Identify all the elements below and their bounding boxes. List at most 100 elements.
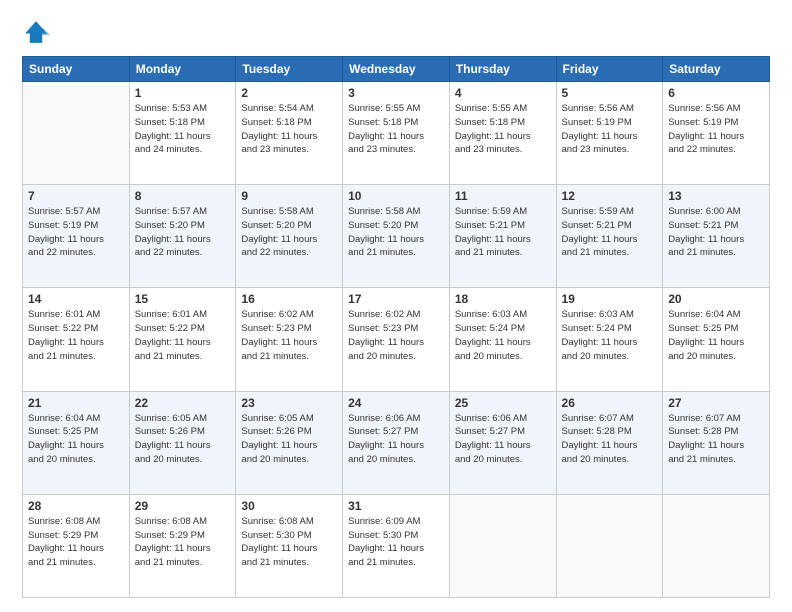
calendar-cell: 6Sunrise: 5:56 AM Sunset: 5:19 PM Daylig… — [663, 82, 770, 185]
day-number: 8 — [135, 189, 231, 203]
logo — [22, 18, 54, 46]
day-number: 26 — [562, 396, 658, 410]
weekday-header-row: SundayMondayTuesdayWednesdayThursdayFrid… — [23, 57, 770, 82]
calendar-cell: 16 Sunrise: 6:02 AM Sunset: 5:23 PM Dayli… — [236, 288, 343, 391]
calendar-cell: 13Sunrise: 6:00 AM Sunset: 5:21 PM Dayli… — [663, 185, 770, 288]
weekday-header-friday: Friday — [556, 57, 663, 82]
day-info: Sunrise: 6:05 AM Sunset: 5:26 PM Dayligh… — [241, 412, 337, 467]
day-number: 29 — [135, 499, 231, 513]
day-number: 11 — [455, 189, 551, 203]
day-info: Sunrise: 6:08 AM Sunset: 5:29 PM Dayligh… — [28, 515, 124, 570]
day-info: Sunrise: 5:55 AM Sunset: 5:18 PM Dayligh… — [348, 102, 444, 157]
day-info: Sunrise: 5:59 AM Sunset: 5:21 PM Dayligh… — [562, 205, 658, 260]
calendar-cell: 5Sunrise: 5:56 AM Sunset: 5:19 PM Daylig… — [556, 82, 663, 185]
calendar-cell: 23 Sunrise: 6:05 AM Sunset: 5:26 PM Dayli… — [236, 391, 343, 494]
calendar-table: SundayMondayTuesdayWednesdayThursdayFrid… — [22, 56, 770, 598]
day-info: Sunrise: 6:02 AM Sunset: 5:23 PM Dayligh… — [241, 308, 337, 363]
day-number: 12 — [562, 189, 658, 203]
day-info: Sunrise: 5:58 AM Sunset: 5:20 PM Dayligh… — [348, 205, 444, 260]
day-info: Sunrise: 5:59 AM Sunset: 5:21 PM Dayligh… — [455, 205, 551, 260]
calendar-cell — [556, 494, 663, 597]
calendar-cell: 19 Sunrise: 6:03 AM Sunset: 5:24 PM Dayli… — [556, 288, 663, 391]
calendar-week-row: 1 Sunrise: 5:53 AM Sunset: 5:18 PM Daylig… — [23, 82, 770, 185]
calendar-cell: 14 Sunrise: 6:01 AM Sunset: 5:22 PM Dayli… — [23, 288, 130, 391]
calendar-cell: 30Sunrise: 6:08 AM Sunset: 5:30 PM Dayli… — [236, 494, 343, 597]
calendar-cell: 25Sunrise: 6:06 AM Sunset: 5:27 PM Dayli… — [449, 391, 556, 494]
weekday-header-monday: Monday — [129, 57, 236, 82]
calendar-week-row: 28 Sunrise: 6:08 AM Sunset: 5:29 PM Dayli… — [23, 494, 770, 597]
day-number: 4 — [455, 86, 551, 100]
day-info: Sunrise: 6:06 AM Sunset: 5:27 PM Dayligh… — [348, 412, 444, 467]
day-number: 3 — [348, 86, 444, 100]
calendar-cell — [449, 494, 556, 597]
day-number: 20 — [668, 292, 764, 306]
day-number: 17 — [348, 292, 444, 306]
weekday-header-tuesday: Tuesday — [236, 57, 343, 82]
calendar-cell: 27 Sunrise: 6:07 AM Sunset: 5:28 PM Dayli… — [663, 391, 770, 494]
calendar-cell: 18 Sunrise: 6:03 AM Sunset: 5:24 PM Dayli… — [449, 288, 556, 391]
day-info: Sunrise: 6:08 AM Sunset: 5:29 PM Dayligh… — [135, 515, 231, 570]
day-number: 16 — [241, 292, 337, 306]
day-info: Sunrise: 5:54 AM Sunset: 5:18 PM Dayligh… — [241, 102, 337, 157]
day-info: Sunrise: 6:01 AM Sunset: 5:22 PM Dayligh… — [28, 308, 124, 363]
weekday-header-sunday: Sunday — [23, 57, 130, 82]
day-info: Sunrise: 6:07 AM Sunset: 5:28 PM Dayligh… — [668, 412, 764, 467]
calendar-week-row: 7 Sunrise: 5:57 AM Sunset: 5:19 PM Daylig… — [23, 185, 770, 288]
day-number: 19 — [562, 292, 658, 306]
day-number: 23 — [241, 396, 337, 410]
day-info: Sunrise: 6:08 AM Sunset: 5:30 PM Dayligh… — [241, 515, 337, 570]
calendar-cell: 12 Sunrise: 5:59 AM Sunset: 5:21 PM Dayli… — [556, 185, 663, 288]
day-number: 13 — [668, 189, 764, 203]
day-number: 21 — [28, 396, 124, 410]
calendar-cell: 31 Sunrise: 6:09 AM Sunset: 5:30 PM Dayli… — [343, 494, 450, 597]
day-number: 25 — [455, 396, 551, 410]
calendar-cell: 9 Sunrise: 5:58 AM Sunset: 5:20 PM Daylig… — [236, 185, 343, 288]
calendar-cell: 4 Sunrise: 5:55 AM Sunset: 5:18 PM Daylig… — [449, 82, 556, 185]
page: SundayMondayTuesdayWednesdayThursdayFrid… — [0, 0, 792, 612]
day-number: 31 — [348, 499, 444, 513]
calendar-cell — [23, 82, 130, 185]
calendar-cell: 29 Sunrise: 6:08 AM Sunset: 5:29 PM Dayli… — [129, 494, 236, 597]
day-info: Sunrise: 5:55 AM Sunset: 5:18 PM Dayligh… — [455, 102, 551, 157]
day-number: 18 — [455, 292, 551, 306]
day-info: Sunrise: 5:58 AM Sunset: 5:20 PM Dayligh… — [241, 205, 337, 260]
calendar-cell: 28 Sunrise: 6:08 AM Sunset: 5:29 PM Dayli… — [23, 494, 130, 597]
weekday-header-wednesday: Wednesday — [343, 57, 450, 82]
day-info: Sunrise: 6:01 AM Sunset: 5:22 PM Dayligh… — [135, 308, 231, 363]
day-number: 1 — [135, 86, 231, 100]
calendar-cell: 3 Sunrise: 5:55 AM Sunset: 5:18 PM Daylig… — [343, 82, 450, 185]
calendar-cell: 17 Sunrise: 6:02 AM Sunset: 5:23 PM Dayli… — [343, 288, 450, 391]
calendar-cell: 11 Sunrise: 5:59 AM Sunset: 5:21 PM Dayli… — [449, 185, 556, 288]
day-info: Sunrise: 5:53 AM Sunset: 5:18 PM Dayligh… — [135, 102, 231, 157]
day-number: 28 — [28, 499, 124, 513]
calendar-cell: 26Sunrise: 6:07 AM Sunset: 5:28 PM Dayli… — [556, 391, 663, 494]
day-number: 2 — [241, 86, 337, 100]
calendar-cell: 8 Sunrise: 5:57 AM Sunset: 5:20 PM Daylig… — [129, 185, 236, 288]
logo-icon — [22, 18, 50, 46]
calendar-cell: 24 Sunrise: 6:06 AM Sunset: 5:27 PM Dayli… — [343, 391, 450, 494]
day-number: 10 — [348, 189, 444, 203]
day-info: Sunrise: 6:05 AM Sunset: 5:26 PM Dayligh… — [135, 412, 231, 467]
day-info: Sunrise: 6:03 AM Sunset: 5:24 PM Dayligh… — [562, 308, 658, 363]
day-number: 9 — [241, 189, 337, 203]
day-info: Sunrise: 6:02 AM Sunset: 5:23 PM Dayligh… — [348, 308, 444, 363]
day-info: Sunrise: 5:57 AM Sunset: 5:19 PM Dayligh… — [28, 205, 124, 260]
day-info: Sunrise: 6:04 AM Sunset: 5:25 PM Dayligh… — [668, 308, 764, 363]
day-number: 24 — [348, 396, 444, 410]
weekday-header-thursday: Thursday — [449, 57, 556, 82]
calendar-cell — [663, 494, 770, 597]
day-number: 6 — [668, 86, 764, 100]
day-number: 14 — [28, 292, 124, 306]
day-info: Sunrise: 6:09 AM Sunset: 5:30 PM Dayligh… — [348, 515, 444, 570]
day-number: 7 — [28, 189, 124, 203]
day-info: Sunrise: 6:04 AM Sunset: 5:25 PM Dayligh… — [28, 412, 124, 467]
day-info: Sunrise: 5:57 AM Sunset: 5:20 PM Dayligh… — [135, 205, 231, 260]
day-info: Sunrise: 6:03 AM Sunset: 5:24 PM Dayligh… — [455, 308, 551, 363]
calendar-cell: 21 Sunrise: 6:04 AM Sunset: 5:25 PM Dayli… — [23, 391, 130, 494]
calendar-cell: 10 Sunrise: 5:58 AM Sunset: 5:20 PM Dayli… — [343, 185, 450, 288]
calendar-cell: 2 Sunrise: 5:54 AM Sunset: 5:18 PM Daylig… — [236, 82, 343, 185]
day-number: 27 — [668, 396, 764, 410]
day-number: 5 — [562, 86, 658, 100]
day-number: 22 — [135, 396, 231, 410]
calendar-cell: 7 Sunrise: 5:57 AM Sunset: 5:19 PM Daylig… — [23, 185, 130, 288]
